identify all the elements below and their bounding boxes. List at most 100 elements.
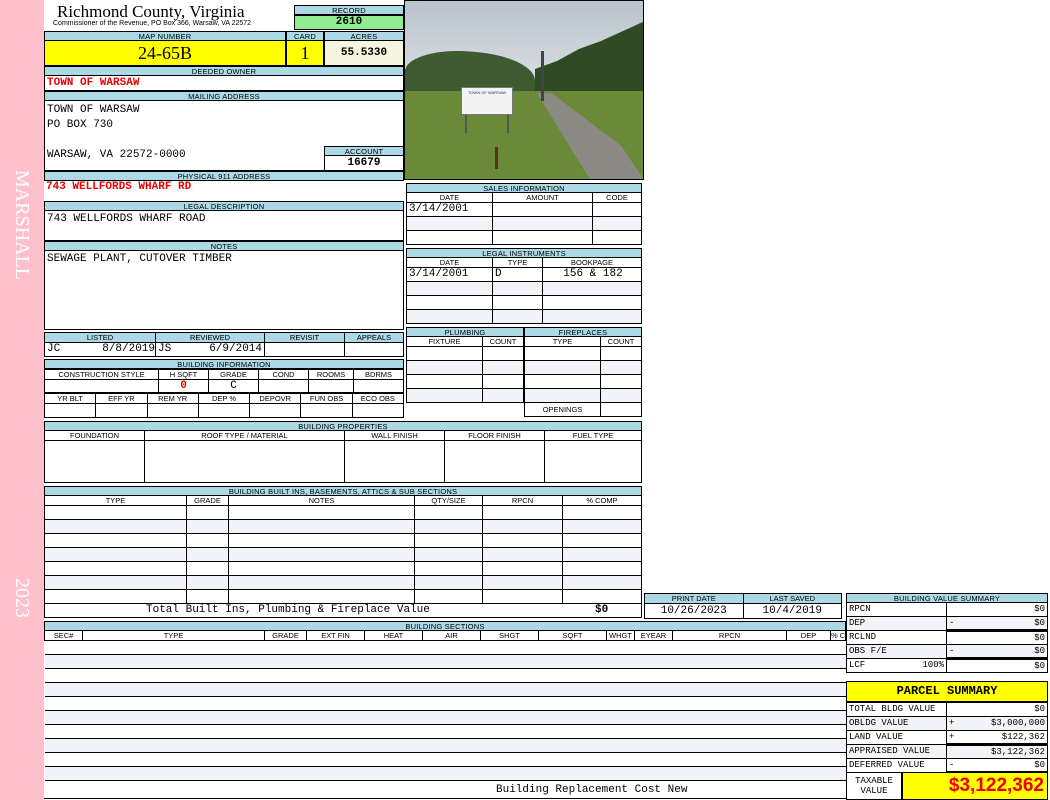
- section-row-cell: [44, 668, 83, 683]
- bvs-value-cell: $0: [946, 602, 1048, 617]
- section-header: HEAT: [364, 630, 423, 641]
- section-row-cell: [672, 668, 787, 683]
- last-saved: 10/4/2019: [742, 603, 842, 619]
- instruments-table: DATE TYPE BOOKPAGE 3/14/2001 D 156 & 182: [406, 257, 642, 324]
- section-header: EXT FIN: [306, 630, 365, 641]
- builtin-row: [44, 575, 642, 590]
- sales-row-cell: [406, 216, 493, 231]
- listed-header: LISTED: [44, 332, 156, 343]
- openings-label: OPENINGS: [524, 402, 601, 417]
- office-address: Commissioner of the Revenue, PO Box 366,…: [53, 20, 252, 27]
- section-row-cell: [786, 668, 831, 683]
- county-title: Richmond County, Virginia: [57, 2, 245, 21]
- fixture-header: FIXTURE: [406, 336, 483, 347]
- section-row-cell: [480, 682, 539, 697]
- sidebar-strip: MARSHALL 2023: [0, 0, 44, 800]
- operator: -: [949, 759, 955, 770]
- instrument-row-cell: [492, 281, 543, 296]
- summary-value-cell: + $3,000,000: [946, 716, 1048, 731]
- properties-table: FOUNDATION ROOF TYPE / MATERIAL WALL FINIS…: [44, 430, 642, 483]
- bvs-table: RPCN $0 DEP - $0 RCLND $0 OBS F/E - $0 LCF 100% $0: [846, 602, 1048, 673]
- section-row-cell: [538, 668, 607, 683]
- operator: -: [949, 645, 955, 656]
- sign-text: TOWN OF WARSAW: [467, 90, 507, 95]
- section-row-cell: [82, 640, 265, 655]
- builtin-row: [44, 547, 642, 562]
- section-row-cell: [422, 654, 481, 669]
- section-row-cell: [44, 738, 83, 753]
- summary-label: OBLDG VALUE: [849, 718, 909, 728]
- forest: [535, 21, 643, 101]
- bi-grade-header: GRADE: [186, 495, 229, 506]
- section-row-cell: [82, 766, 265, 781]
- bvs-value: $0: [1034, 617, 1045, 628]
- summary-label-cell: OBLDG VALUE: [846, 716, 947, 731]
- section-row-cell: [264, 710, 307, 725]
- section-row-cell: [306, 724, 365, 739]
- section-row-cell: [364, 654, 423, 669]
- builtin-row-cell: [482, 575, 563, 590]
- construction-style-header: CONSTRUCTION STYLE: [44, 369, 159, 380]
- instrument-row: [406, 281, 642, 296]
- instrument-row-cell: 156 & 182: [542, 267, 642, 282]
- section-row-cell: [538, 752, 607, 767]
- card-number: 1: [286, 40, 324, 66]
- bvs-label-cell: OBS F/E: [846, 644, 947, 659]
- building-info-table: CONSTRUCTION STYLE H SQFT GRADE COND ROOMS BD…: [44, 369, 404, 393]
- openings-table: OPENINGS: [524, 402, 642, 417]
- section-row-cell: [480, 696, 539, 711]
- grade-header: GRADE: [208, 369, 259, 380]
- summary-value: $3,000,000: [990, 718, 1045, 728]
- bi-rpcn-header: RPCN: [482, 495, 563, 506]
- instrument-type-header: TYPE: [492, 257, 543, 268]
- section-row-cell: [538, 710, 607, 725]
- bdrms-header: BDRMS: [353, 369, 404, 380]
- bvs-value-cell: - $0: [946, 644, 1048, 660]
- summary-row: OBLDG VALUE + $3,000,000: [846, 716, 1048, 731]
- builtin-row: [44, 561, 642, 576]
- section-row-cell: [672, 640, 787, 655]
- section-row-cell: [606, 724, 635, 739]
- sales-row-cell: [592, 230, 642, 245]
- instrument-row-cell: D: [492, 267, 543, 282]
- legal-description: 743 WELLFORDS WHARF ROAD: [44, 210, 404, 241]
- section-row-cell: [634, 766, 673, 781]
- fireplace-row-cell: [524, 374, 601, 389]
- bi-comp-header: % COMP: [562, 495, 642, 506]
- physical-address-label: PHYSICAL 911 ADDRESS: [44, 171, 404, 181]
- section-row: [44, 668, 846, 683]
- section-row-cell: [82, 668, 265, 683]
- sections-bottom-border: [44, 798, 846, 799]
- section-row-cell: [422, 738, 481, 753]
- physical-address: 743 WELLFORDS WHARF RD: [46, 181, 192, 193]
- fireplace-row: [524, 374, 642, 389]
- section-row-cell: [306, 766, 365, 781]
- builtin-row-cell: [228, 519, 415, 534]
- instrument-row-cell: [492, 295, 543, 310]
- section-row-cell: [82, 738, 265, 753]
- section-row-cell: [82, 752, 265, 767]
- acres-value: 55.5330: [324, 40, 404, 66]
- print-date: 10/26/2023: [644, 603, 744, 619]
- section-row: [44, 710, 846, 725]
- section-row-cell: [606, 682, 635, 697]
- section-row-cell: [364, 640, 423, 655]
- builtin-row-cell: [414, 561, 483, 576]
- floor-finish-header: FLOOR FINISH: [444, 430, 545, 441]
- sales-row-cell: 3/14/2001: [406, 202, 493, 217]
- builtin-row-cell: [186, 547, 229, 562]
- utility-pole: [541, 51, 544, 101]
- wall-finish-header: WALL FINISH: [344, 430, 445, 441]
- section-header: SEC#: [44, 630, 83, 641]
- builtin-row-cell: [562, 547, 642, 562]
- summary-label-cell: APPRAISED VALUE: [846, 744, 947, 759]
- sales-code-header: CODE: [592, 192, 642, 203]
- depovr-value: [249, 403, 302, 418]
- section-row-cell: [480, 710, 539, 725]
- fireplace-row: [524, 360, 642, 375]
- appeals-value: [344, 342, 404, 357]
- reviewed-header: REVIEWED: [155, 332, 265, 343]
- bi-qty-header: QTY/SIZE: [414, 495, 483, 506]
- instrument-row-cell: [542, 309, 642, 324]
- section-row-cell: [606, 696, 635, 711]
